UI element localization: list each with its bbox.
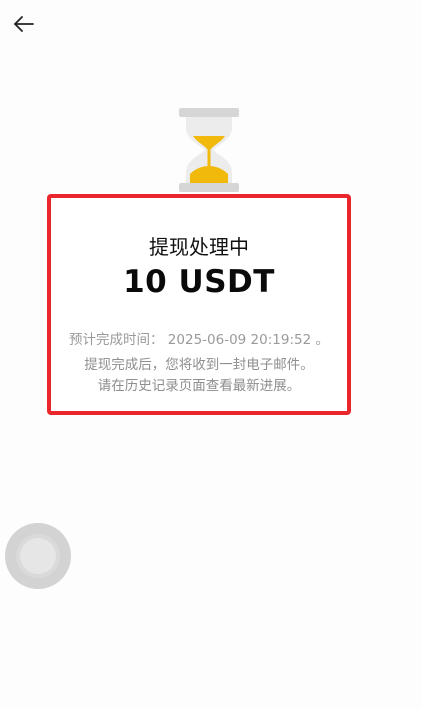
- withdrawal-amount: 10 USDT: [123, 264, 275, 300]
- email-notice: 提现完成后，您将收到一封电子邮件。: [84, 357, 314, 373]
- history-notice: 请在历史记录页面查看最新进展。: [97, 378, 301, 394]
- withdrawal-status-card: 提现处理中 10 USDT 预计完成时间： 2025-06-09 20:19:5…: [47, 194, 351, 415]
- back-arrow-icon: [14, 16, 34, 32]
- estimated-completion: 预计完成时间： 2025-06-09 20:19:52 。: [69, 328, 343, 348]
- eta-value: 2025-06-09 20:19:52 。: [167, 332, 329, 348]
- status-title: 提现处理中: [149, 235, 249, 259]
- back-button[interactable]: [12, 12, 36, 36]
- eta-label: 预计完成时间：: [69, 332, 164, 348]
- hourglass-icon: [176, 108, 242, 192]
- assistive-touch-icon: [20, 538, 56, 574]
- assistive-touch-button[interactable]: [5, 523, 71, 589]
